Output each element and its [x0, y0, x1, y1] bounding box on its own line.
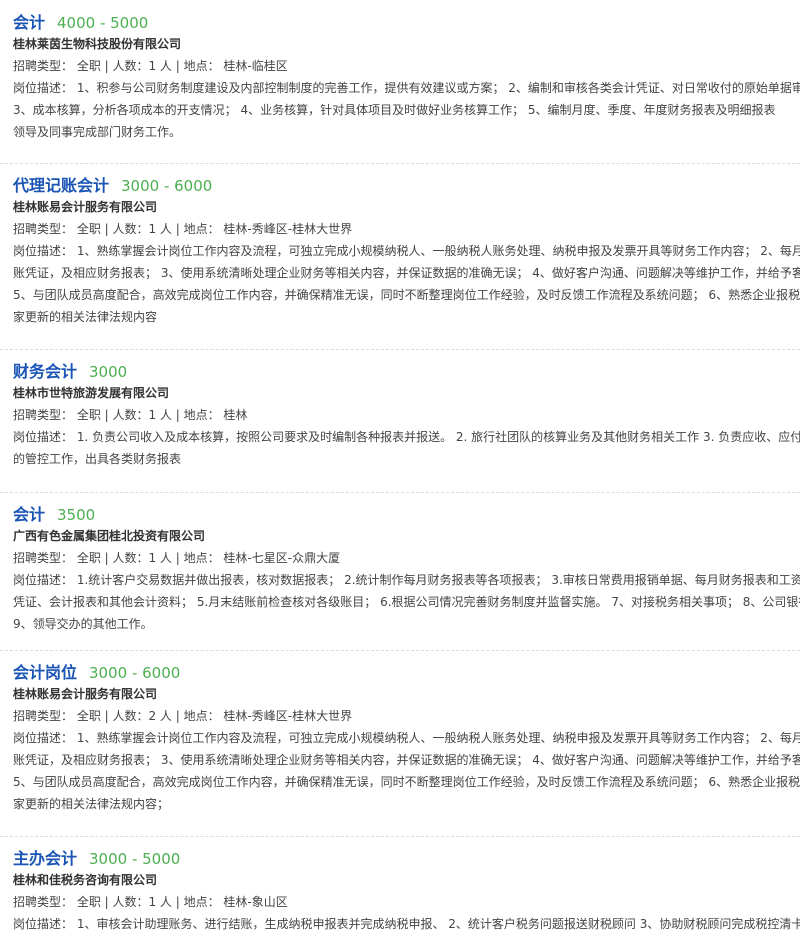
job-listing: 主办会计 3000 - 5000 桂林和佳税务咨询有限公司招聘类型： 全职 | 人数… — [0, 836, 800, 945]
job-title-link[interactable]: 会计 — [13, 505, 45, 524]
company-name[interactable]: 广西有色金属集团桂北投资有限公司 — [13, 527, 205, 544]
description-line: 3、成本核算，分析各项成本的开支情况； 4、业务核算，针对具体项目及时做好业务核… — [13, 103, 776, 117]
job-description: 岗位描述： 1. 负责公司收入及成本核算，按照公司要求及时编制各种报表并报送。 … — [13, 426, 800, 470]
company-name[interactable]: 桂林账易会计服务有限公司 — [13, 198, 157, 215]
description-line: 领导及同事完成部门财务工作。 — [13, 125, 182, 139]
job-title-link[interactable]: 财务会计 — [13, 362, 77, 381]
description-line: 5、与团队成员高度配合，高效完成岗位工作内容，并确保精准无误，同时不断整理岗位工… — [13, 288, 800, 302]
job-description: 岗位描述： 1、熟练掌握会计岗位工作内容及流程，可独立完成小规模纳税人、一般纳税… — [13, 727, 800, 815]
job-salary: 3000 — [89, 363, 128, 381]
job-meta: 招聘类型： 全职 | 人数：2 人 | 地点： 桂林-秀峰区-桂林大世界 — [13, 709, 353, 723]
job-meta: 招聘类型： 全职 | 人数：1 人 | 地点： 桂林-七星区-众鼎大厦 — [13, 551, 341, 565]
job-title-row: 财务会计 3000 — [13, 358, 127, 382]
description-line: 岗位描述： 1、熟练掌握会计岗位工作内容及流程，可独立完成小规模纳税人、一般纳税… — [13, 244, 800, 258]
job-listing: 会计岗位 3000 - 6000 桂林账易会计服务有限公司招聘类型： 全职 | 人数… — [0, 650, 800, 837]
job-salary: 3500 — [57, 506, 96, 524]
description-line: 岗位描述： 1.统计客户交易数据并做出报表，核对数据报表； 2.统计制作每月财务… — [13, 573, 800, 587]
job-salary: 3000 - 5000 — [89, 850, 181, 868]
job-salary: 4000 - 5000 — [57, 14, 149, 32]
job-description: 岗位描述： 1、熟练掌握会计岗位工作内容及流程，可独立完成小规模纳税人、一般纳税… — [13, 240, 800, 328]
job-title-link[interactable]: 会计岗位 — [13, 663, 77, 682]
description-line: 账凭证，及相应财务报表； 3、使用系统清晰处理企业财务等相关内容，并保证数据的准… — [13, 266, 800, 280]
job-listing: 会计 4000 - 5000 桂林莱茵生物科技股份有限公司招聘类型： 全职 | 人数… — [0, 0, 800, 164]
description-line: 岗位描述： 1. 负责公司收入及成本核算，按照公司要求及时编制各种报表并报送。 … — [13, 430, 800, 444]
description-line: 5、与团队成员高度配合，高效完成岗位工作内容，并确保精准无误，同时不断整理岗位工… — [13, 775, 800, 789]
job-meta: 招聘类型： 全职 | 人数：1 人 | 地点： 桂林-象山区 — [13, 895, 288, 909]
job-meta: 招聘类型： 全职 | 人数：1 人 | 地点： 桂林-临桂区 — [13, 59, 288, 73]
job-salary: 3000 - 6000 — [89, 664, 181, 682]
company-name[interactable]: 桂林市世特旅游发展有限公司 — [13, 384, 169, 401]
job-meta: 招聘类型： 全职 | 人数：1 人 | 地点： 桂林 — [13, 408, 248, 422]
company-name[interactable]: 桂林账易会计服务有限公司 — [13, 685, 157, 702]
job-title-row: 代理记账会计 3000 - 6000 — [13, 172, 212, 196]
job-title-link[interactable]: 代理记账会计 — [13, 176, 109, 195]
job-description: 岗位描述： 1、审核会计助理账务、进行结账，生成纳税申报表并完成纳税申报、 2、… — [13, 913, 800, 935]
job-description: 岗位描述： 1、积参与公司财务制度建设及内部控制制度的完善工作，提供有效建议或方… — [13, 77, 800, 143]
job-title-link[interactable]: 主办会计 — [13, 849, 77, 868]
description-line: 凭证、会计报表和其他会计资料； 5.月末结账前检查核对各级账目； 6.根据公司情… — [13, 595, 800, 609]
description-line: 账凭证，及相应财务报表； 3、使用系统清晰处理企业财务等相关内容，并保证数据的准… — [13, 753, 800, 767]
job-salary: 3000 - 6000 — [121, 177, 213, 195]
description-line: 岗位描述： 1、积参与公司财务制度建设及内部控制制度的完善工作，提供有效建议或方… — [13, 81, 800, 95]
description-line: 岗位描述： 1、审核会计助理账务、进行结账，生成纳税申报表并完成纳税申报、 2、… — [13, 917, 800, 931]
description-line: 家更新的相关法律法规内容 — [13, 310, 158, 324]
description-line: 岗位描述： 1、熟练掌握会计岗位工作内容及流程，可独立完成小规模纳税人、一般纳税… — [13, 731, 800, 745]
company-name[interactable]: 桂林莱茵生物科技股份有限公司 — [13, 35, 181, 52]
job-listing: 财务会计 3000 桂林市世特旅游发展有限公司招聘类型： 全职 | 人数：1 人 |… — [0, 349, 800, 493]
description-line: 9、领导交办的其他工作。 — [13, 617, 153, 631]
description-line: 家更新的相关法律法规内容； — [13, 797, 170, 811]
job-title-link[interactable]: 会计 — [13, 13, 45, 32]
company-name[interactable]: 桂林和佳税务咨询有限公司 — [13, 871, 157, 888]
job-title-row: 会计岗位 3000 - 6000 — [13, 659, 180, 683]
job-title-row: 会计 3500 — [13, 501, 95, 525]
job-listing: 会计 3500 广西有色金属集团桂北投资有限公司招聘类型： 全职 | 人数：1 人 … — [0, 492, 800, 651]
description-line: 的管控工作，出具各类财务报表 — [13, 452, 182, 466]
job-title-row: 会计 4000 - 5000 — [13, 9, 148, 33]
job-listing: 代理记账会计 3000 - 6000 桂林账易会计服务有限公司招聘类型： 全职 | … — [0, 163, 800, 350]
job-meta: 招聘类型： 全职 | 人数：1 人 | 地点： 桂林-秀峰区-桂林大世界 — [13, 222, 353, 236]
job-title-row: 主办会计 3000 - 5000 — [13, 845, 180, 869]
job-description: 岗位描述： 1.统计客户交易数据并做出报表，核对数据报表； 2.统计制作每月财务… — [13, 569, 800, 635]
